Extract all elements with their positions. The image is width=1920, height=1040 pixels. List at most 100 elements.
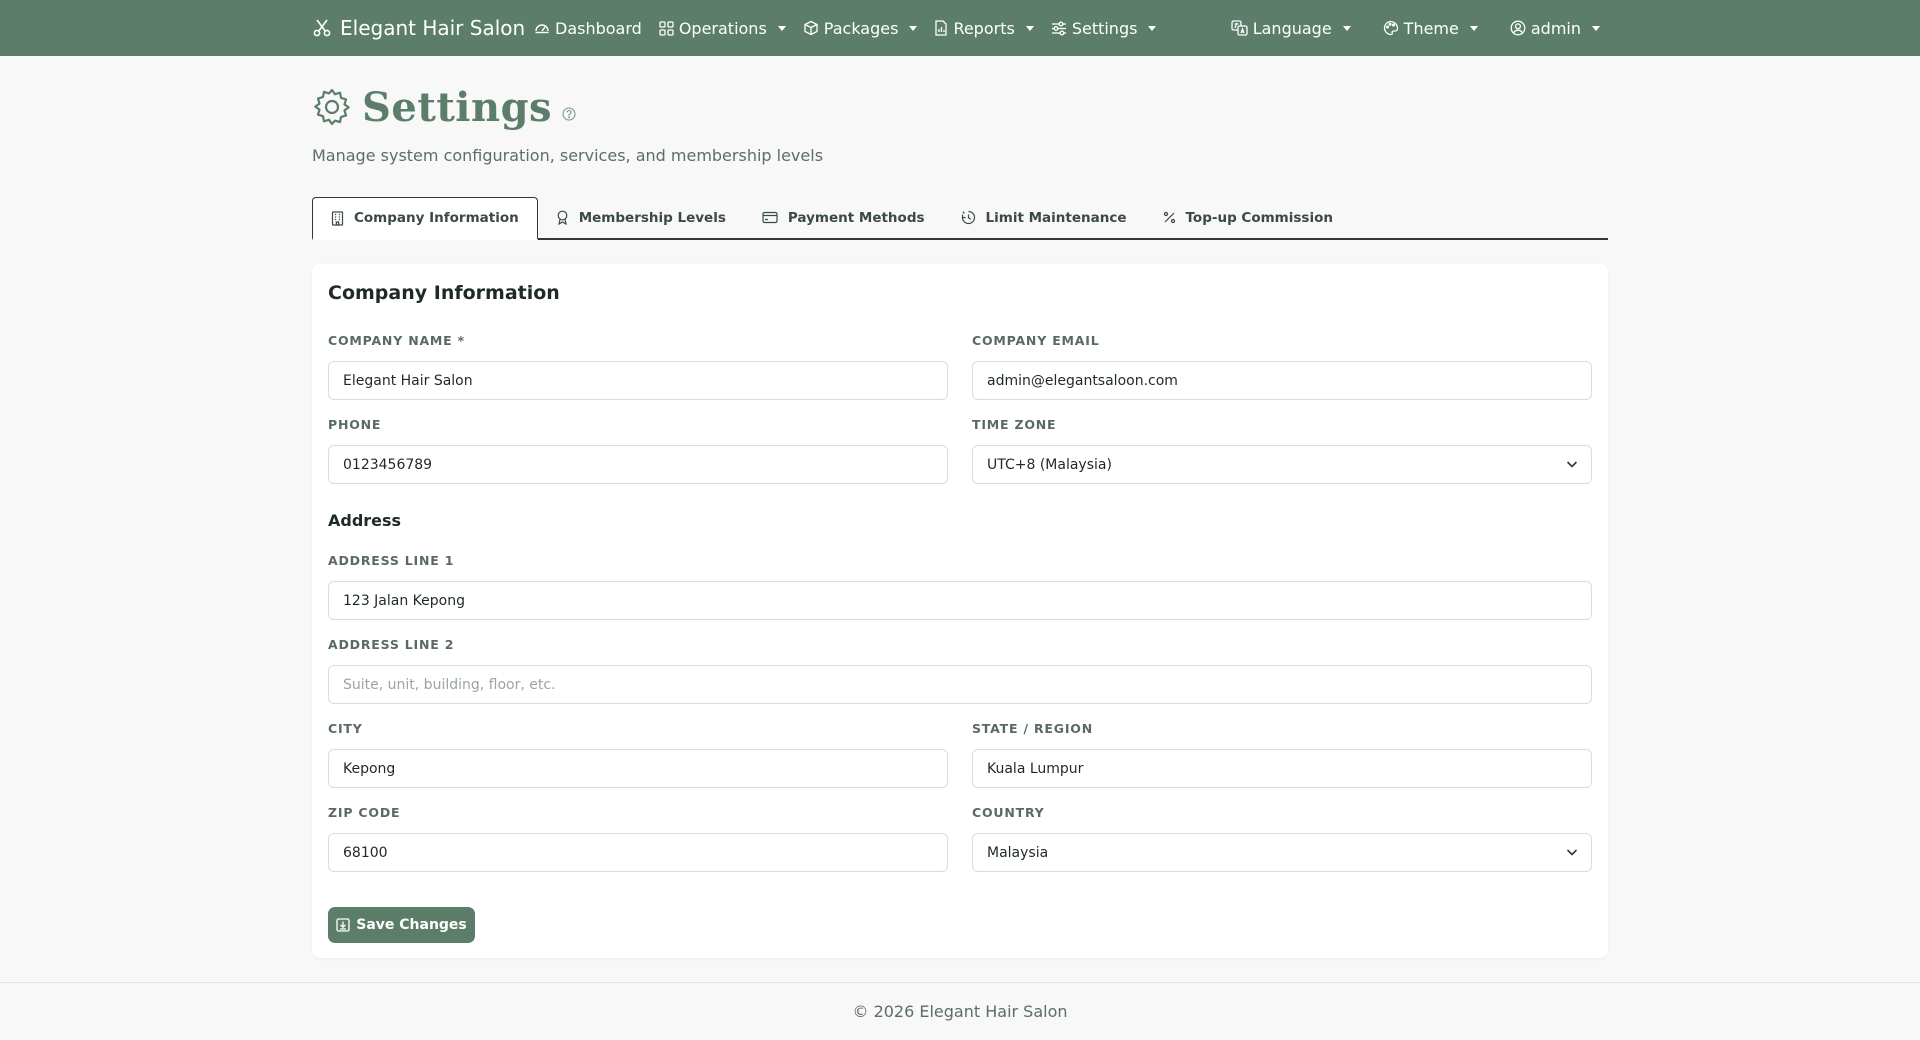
nav-reports[interactable]: Reports bbox=[934, 18, 1034, 38]
nav-reports-label: Reports bbox=[953, 18, 1015, 38]
address-line-2-field: ADDRESS LINE 2 bbox=[328, 637, 1592, 704]
city-field: CITY bbox=[328, 721, 948, 788]
address-line-1-field: ADDRESS LINE 1 bbox=[328, 553, 1592, 620]
zip-code-input[interactable] bbox=[328, 833, 948, 872]
time-zone-select[interactable]: UTC+8 (Malaysia) bbox=[972, 445, 1592, 484]
company-name-label: COMPANY NAME * bbox=[328, 333, 465, 348]
state-input[interactable] bbox=[972, 749, 1592, 788]
user-circle-icon bbox=[1510, 20, 1526, 36]
country-label: COUNTRY bbox=[972, 805, 1045, 820]
state-label: STATE / REGION bbox=[972, 721, 1093, 736]
address-line-2-label: ADDRESS LINE 2 bbox=[328, 637, 455, 652]
clock-history-icon bbox=[961, 210, 976, 225]
country-select[interactable]: Malaysia bbox=[972, 833, 1592, 872]
tab-payment-methods[interactable]: Payment Methods bbox=[744, 197, 943, 238]
page-header: Settings Manage system configuration, se… bbox=[312, 83, 1608, 166]
caret-down-icon bbox=[1148, 25, 1157, 31]
tab-company-information[interactable]: Company Information bbox=[312, 197, 538, 240]
report-icon bbox=[934, 20, 948, 36]
address-line-2-input[interactable] bbox=[328, 665, 1592, 704]
tab-membership-levels[interactable]: Membership Levels bbox=[538, 197, 744, 238]
brand-link[interactable]: Elegant Hair Salon bbox=[312, 0, 525, 56]
phone-field: PHONE bbox=[328, 417, 948, 484]
time-zone-label: TIME ZONE bbox=[972, 417, 1057, 432]
company-email-input[interactable] bbox=[972, 361, 1592, 400]
tab-limit-maintenance[interactable]: Limit Maintenance bbox=[943, 197, 1145, 238]
nav-language[interactable]: Language bbox=[1231, 19, 1351, 38]
save-icon bbox=[336, 918, 350, 932]
page-title: Settings bbox=[362, 83, 553, 131]
sliders-icon bbox=[1051, 21, 1067, 36]
company-name-field: COMPANY NAME * bbox=[328, 333, 948, 400]
save-changes-label: Save Changes bbox=[356, 917, 467, 933]
company-name-input[interactable] bbox=[328, 361, 948, 400]
nav-user-label: admin bbox=[1530, 18, 1581, 38]
phone-input[interactable] bbox=[328, 445, 948, 484]
award-icon bbox=[556, 210, 569, 225]
country-value: Malaysia bbox=[972, 833, 1592, 872]
time-zone-value: UTC+8 (Malaysia) bbox=[972, 445, 1592, 484]
nav-theme-label: Theme bbox=[1403, 18, 1459, 38]
scissors-icon bbox=[312, 18, 332, 38]
credit-card-icon bbox=[762, 211, 778, 224]
grid-icon bbox=[659, 20, 674, 36]
caret-down-icon bbox=[1592, 25, 1600, 31]
card-title: Company Information bbox=[328, 282, 560, 304]
tab-label: Top-up Commission bbox=[1185, 209, 1333, 226]
gear-icon bbox=[312, 87, 352, 127]
company-email-field: COMPANY EMAIL bbox=[972, 333, 1592, 400]
zip-code-field: ZIP CODE bbox=[328, 805, 948, 872]
main-nav: Dashboard Operations Packages Reports Se… bbox=[534, 0, 1157, 56]
country-field: COUNTRY Malaysia bbox=[972, 805, 1592, 872]
nav-operations[interactable]: Operations bbox=[659, 19, 786, 38]
address-section-title: Address bbox=[328, 511, 402, 530]
page-subtitle: Manage system configuration, services, a… bbox=[312, 146, 824, 165]
box-icon bbox=[803, 20, 819, 36]
nav-user[interactable]: admin bbox=[1510, 19, 1600, 38]
tab-label: Payment Methods bbox=[787, 209, 925, 226]
settings-tabs: Company Information Membership Levels Pa… bbox=[312, 197, 1608, 240]
chevron-down-icon bbox=[1566, 459, 1578, 469]
nav-packages-label: Packages bbox=[823, 18, 899, 38]
tab-label: Company Information bbox=[354, 210, 519, 226]
page-footer: © 2026 Elegant Hair Salon bbox=[0, 982, 1920, 1040]
company-email-label: COMPANY EMAIL bbox=[972, 333, 1100, 348]
caret-down-icon bbox=[1342, 25, 1351, 31]
city-input[interactable] bbox=[328, 749, 948, 788]
nav-operations-label: Operations bbox=[678, 18, 767, 38]
percent-icon bbox=[1163, 211, 1176, 224]
caret-down-icon bbox=[777, 25, 786, 31]
nav-dashboard[interactable]: Dashboard bbox=[534, 19, 642, 38]
footer-copyright: © 2026 Elegant Hair Salon bbox=[852, 1002, 1068, 1021]
address-line-1-input[interactable] bbox=[328, 581, 1592, 620]
dashboard-icon bbox=[534, 20, 550, 36]
translate-icon bbox=[1231, 20, 1248, 36]
time-zone-field: TIME ZONE UTC+8 (Malaysia) bbox=[972, 417, 1592, 484]
building-icon bbox=[331, 210, 344, 226]
nav-theme[interactable]: Theme bbox=[1383, 19, 1478, 38]
tab-top-up-commission[interactable]: Top-up Commission bbox=[1145, 197, 1351, 238]
caret-down-icon bbox=[1025, 25, 1034, 31]
tab-label: Limit Maintenance bbox=[985, 209, 1127, 226]
tab-label: Membership Levels bbox=[578, 209, 726, 226]
help-icon[interactable] bbox=[562, 107, 576, 121]
nav-settings-label: Settings bbox=[1071, 18, 1138, 38]
palette-icon bbox=[1383, 20, 1399, 36]
nav-settings[interactable]: Settings bbox=[1051, 19, 1157, 38]
city-label: CITY bbox=[328, 721, 363, 736]
phone-label: PHONE bbox=[328, 417, 382, 432]
nav-dashboard-label: Dashboard bbox=[555, 18, 642, 38]
save-changes-button[interactable]: Save Changes bbox=[328, 907, 475, 943]
brand-name: Elegant Hair Salon bbox=[340, 16, 526, 40]
chevron-down-icon bbox=[1566, 847, 1578, 857]
company-information-card: Company Information COMPANY NAME * COMPA… bbox=[312, 264, 1608, 958]
caret-down-icon bbox=[1469, 25, 1478, 31]
caret-down-icon bbox=[909, 25, 918, 31]
nav-packages[interactable]: Packages bbox=[803, 19, 918, 38]
user-nav: Language Theme admin bbox=[1231, 0, 1600, 56]
nav-language-label: Language bbox=[1252, 18, 1332, 38]
title-row: Settings bbox=[312, 83, 1608, 131]
address-line-1-label: ADDRESS LINE 1 bbox=[328, 553, 455, 568]
state-field: STATE / REGION bbox=[972, 721, 1592, 788]
top-navbar: Elegant Hair Salon Dashboard Operations bbox=[0, 0, 1920, 56]
